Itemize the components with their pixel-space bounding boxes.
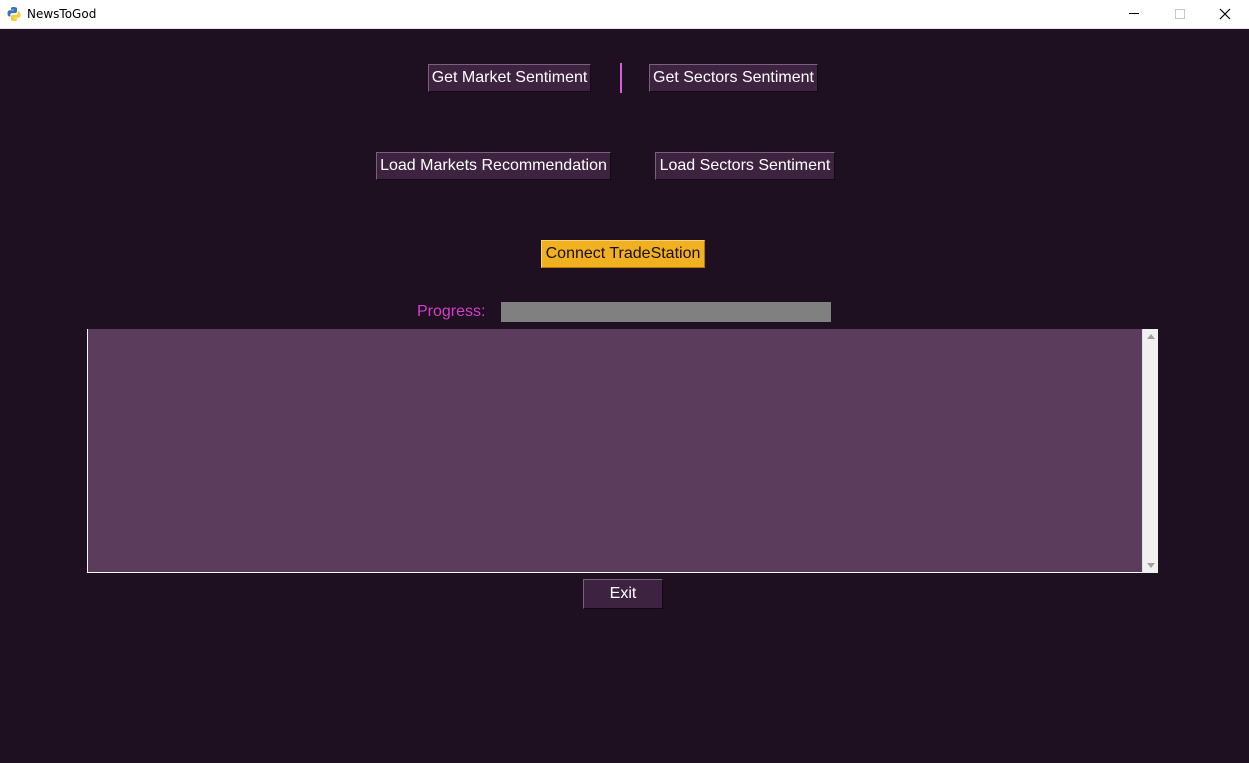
close-icon [1219,8,1231,20]
scroll-down-icon[interactable] [1146,560,1156,570]
close-button[interactable] [1202,0,1248,28]
python-icon [6,6,22,22]
minimize-icon [1129,13,1139,14]
load-sectors-sentiment-button[interactable]: Load Sectors Sentiment [655,152,835,180]
get-market-sentiment-button[interactable]: Get Market Sentiment [428,64,591,92]
maximize-icon [1175,9,1185,19]
get-sectors-sentiment-button[interactable]: Get Sectors Sentiment [649,64,818,92]
minimize-button[interactable] [1111,0,1157,28]
exit-button[interactable]: Exit [583,579,663,609]
connect-tradestation-button[interactable]: Connect TradeStation [541,240,705,268]
separator [620,63,622,93]
load-markets-recommendation-button[interactable]: Load Markets Recommendation [376,152,611,180]
progress-bar [501,302,831,322]
title-bar: NewsToGod [0,0,1249,29]
scroll-up-icon[interactable] [1146,332,1156,342]
progress-label: Progress: [417,303,486,320]
output-scrollbar[interactable] [1142,329,1158,573]
window-title: NewsToGod [27,7,97,21]
output-text-area[interactable] [87,329,1142,573]
maximize-button[interactable] [1157,0,1203,28]
